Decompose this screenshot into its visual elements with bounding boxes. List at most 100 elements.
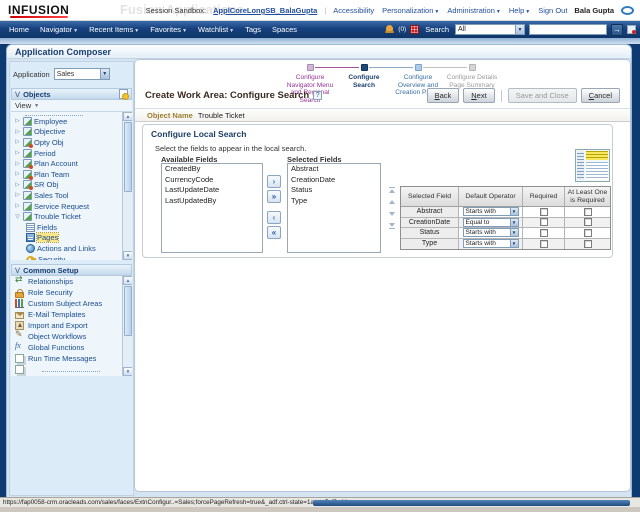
tree-item-actions-and-links[interactable]: Actions and Links	[11, 243, 121, 254]
menu-item-navigator[interactable]: Navigator▼	[40, 25, 78, 34]
scroll-up-icon[interactable]: ▲	[123, 276, 132, 285]
selected-field-item[interactable]: CreationDate	[288, 175, 380, 186]
chevron-down-icon[interactable]: ▼	[509, 208, 518, 216]
collapsed-arrow-icon[interactable]: ▷	[14, 203, 21, 209]
tree-item-employee[interactable]: ▷ Employee	[11, 116, 121, 127]
tree-item-plan-account[interactable]: ▷ Plan Account	[11, 158, 121, 170]
common-setup-item-relationships[interactable]: Relationships	[11, 276, 132, 287]
scroll-up-icon[interactable]: ▲	[123, 112, 132, 121]
collapsed-arrow-icon[interactable]: ▷	[14, 118, 21, 124]
collapsed-arrow-icon[interactable]: ▷	[14, 161, 21, 167]
operator-select-abstract[interactable]: Starts with ▼	[462, 207, 519, 217]
application-select[interactable]: Sales ▼	[53, 68, 110, 80]
help-icon[interactable]: ?	[313, 91, 323, 100]
train-step-marker-4[interactable]	[469, 64, 476, 71]
menu-item-home[interactable]: Home	[9, 25, 29, 34]
tree-item-fields[interactable]: Fields	[11, 222, 121, 233]
required-checkbox-type[interactable]	[539, 239, 548, 248]
available-field-item[interactable]: CurrencyCode	[162, 175, 262, 186]
collapsed-arrow-icon[interactable]: ▷	[14, 192, 21, 198]
advanced-search-icon[interactable]	[627, 25, 636, 34]
search-scope-select[interactable]: All ▼	[455, 24, 525, 35]
move-all-right-button[interactable]: »	[267, 190, 281, 203]
move-to-bottom-icon[interactable]	[388, 223, 396, 230]
move-up-icon[interactable]	[388, 199, 396, 206]
chevron-down-icon[interactable]: ▼	[509, 229, 518, 237]
collapse-icon[interactable]: ⋁	[15, 267, 20, 274]
cancel-button[interactable]: Cancel	[580, 88, 620, 103]
tree-item-sales-tool[interactable]: ▷ Sales Tool	[11, 190, 121, 201]
tree-item-pages[interactable]: Pages	[11, 232, 121, 244]
selected-field-item[interactable]: Status	[288, 185, 380, 196]
topbar-link-sign-out[interactable]: Sign Out	[538, 6, 567, 15]
operator-select-type[interactable]: Starts with ▼	[462, 239, 519, 249]
available-fields-list[interactable]: CreatedBy CurrencyCode LastUpdateDate LastU…	[161, 163, 263, 253]
objects-section-header[interactable]: ⋁ Objects	[11, 88, 132, 100]
view-menu-button[interactable]: View ▼	[11, 100, 132, 112]
at-least-one-checkbox-status[interactable]	[583, 228, 592, 237]
calendar-icon[interactable]	[410, 25, 420, 34]
selected-field-item[interactable]: Abstract	[288, 164, 380, 175]
tree-item-period[interactable]: ▷ Period	[11, 148, 121, 159]
search-input[interactable]	[529, 24, 607, 35]
tree-item-opty-obj[interactable]: ▷ Opty Obj	[11, 137, 121, 148]
move-all-left-button[interactable]: «	[267, 226, 281, 239]
common-setup-item-e-mail-templates[interactable]: E-Mail Templates	[11, 309, 132, 320]
topbar-link-administration[interactable]: Administration▼	[447, 6, 500, 15]
operator-select-status[interactable]: Starts with ▼	[462, 228, 519, 238]
menu-item-favorites[interactable]: Favorites▼	[150, 25, 187, 34]
search-go-button[interactable]: →	[611, 23, 623, 36]
scroll-down-icon[interactable]: ▼	[123, 251, 132, 260]
required-checkbox-abstract[interactable]	[539, 207, 548, 216]
session-sandbox-link[interactable]: ApplCoreLongSB_BalaGupta	[213, 6, 317, 15]
expanded-arrow-icon[interactable]: ▽	[14, 214, 21, 220]
topbar-link-help[interactable]: Help▼	[509, 6, 530, 15]
collapsed-arrow-icon[interactable]: ▷	[14, 150, 21, 156]
topbar-link-personalization[interactable]: Personalization▼	[382, 6, 439, 15]
move-selected-left-button[interactable]: ‹	[267, 211, 281, 224]
tree-item-security[interactable]: Security	[11, 254, 121, 260]
collapsed-arrow-icon[interactable]: ▷	[14, 182, 21, 188]
required-checkbox-creationdate[interactable]	[539, 218, 548, 227]
available-field-item[interactable]: LastUpdatedBy	[162, 196, 262, 207]
tree-item-plan-team[interactable]: ▷ Plan Team	[11, 169, 121, 180]
common-setup-section-header[interactable]: ⋁ Common Setup	[11, 264, 132, 276]
common-setup-item-custom-subject-areas[interactable]: Custom Subject Areas	[11, 298, 132, 309]
menu-item-spaces[interactable]: Spaces	[272, 25, 297, 34]
new-object-icon[interactable]	[119, 89, 129, 100]
common-setup-item-object-workflows[interactable]: Object Workflows	[11, 329, 132, 342]
common-setup-item-import-and-export[interactable]: Import and Export	[11, 320, 132, 331]
tree-item-objective[interactable]: ▷ Objective	[11, 127, 121, 138]
menu-item-recent-items[interactable]: Recent Items▼	[89, 25, 139, 34]
collapse-icon[interactable]: ⋁	[15, 91, 20, 98]
operator-select-creationdate[interactable]: Equal to ▼	[462, 217, 519, 227]
available-field-item[interactable]: CreatedBy	[162, 164, 262, 175]
train-step-marker-1[interactable]	[307, 64, 314, 71]
menu-item-tags[interactable]: Tags	[245, 25, 261, 34]
chevron-down-icon[interactable]: ▼	[509, 240, 518, 248]
chevron-down-icon[interactable]: ▼	[515, 25, 524, 34]
back-button[interactable]: Back	[426, 88, 460, 103]
save-and-close-button[interactable]: Save and Close	[507, 88, 577, 103]
scroll-down-icon[interactable]: ▼	[123, 367, 132, 376]
required-checkbox-status[interactable]	[539, 228, 548, 237]
collapsed-arrow-icon[interactable]: ▷	[14, 139, 21, 145]
collapsed-arrow-icon[interactable]: ▷	[14, 129, 21, 135]
next-button[interactable]: Next	[463, 88, 495, 103]
topbar-link-accessibility[interactable]: Accessibility	[333, 6, 374, 15]
at-least-one-checkbox-type[interactable]	[583, 239, 592, 248]
menu-item-watchlist[interactable]: Watchlist▼	[198, 25, 234, 34]
chevron-down-icon[interactable]: ▼	[509, 218, 518, 226]
at-least-one-checkbox-creationdate[interactable]	[583, 218, 592, 227]
common-setup-scrollbar[interactable]: ▲ ▼	[122, 276, 132, 376]
train-step-label-4[interactable]: Configure Details Page Summary	[445, 74, 499, 89]
conversation-icon[interactable]	[621, 6, 634, 15]
move-down-icon[interactable]	[388, 211, 396, 218]
tree-item-service-request[interactable]: ▷ Service Request	[11, 201, 121, 212]
selected-fields-list[interactable]: Abstract CreationDate Status Type	[287, 163, 381, 253]
scrollbar-thumb[interactable]	[124, 286, 132, 336]
move-to-top-icon[interactable]	[388, 187, 396, 194]
common-setup-item-global-functions[interactable]: Global Functions	[11, 341, 132, 353]
train-step-marker-3[interactable]	[415, 64, 422, 71]
bell-icon[interactable]	[385, 25, 395, 34]
